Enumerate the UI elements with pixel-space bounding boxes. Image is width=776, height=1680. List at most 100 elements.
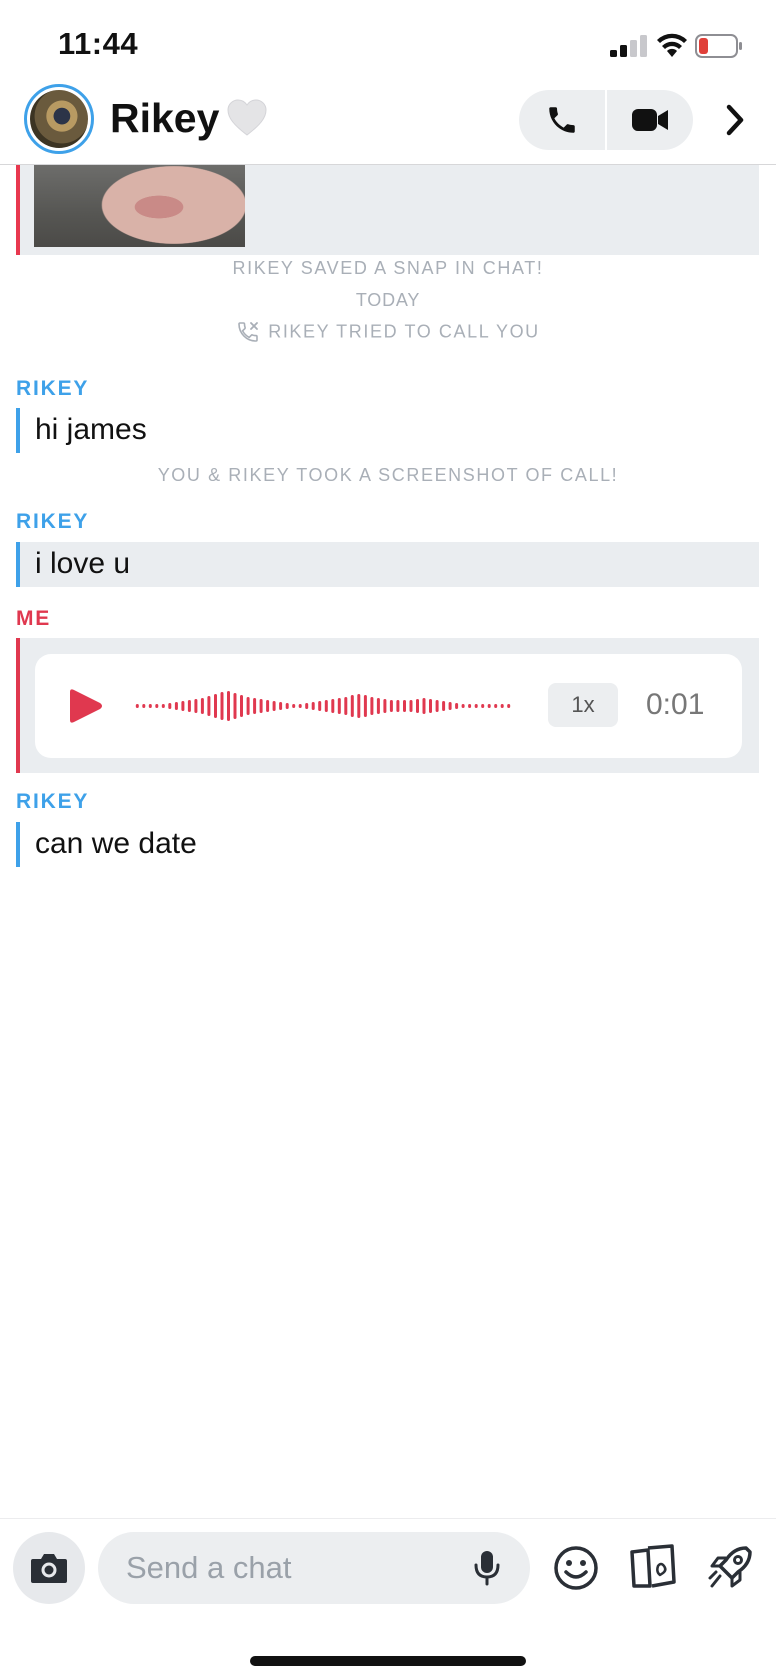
waveform-bar xyxy=(500,704,504,708)
waveform-bar xyxy=(363,695,367,717)
camera-icon xyxy=(31,1554,67,1583)
avatar[interactable] xyxy=(24,84,94,154)
waveform-bar xyxy=(227,691,230,721)
sender-label: ME xyxy=(16,607,52,630)
waveform-bar xyxy=(233,693,237,719)
waveform-bar xyxy=(266,700,270,712)
white-heart-icon xyxy=(227,99,267,136)
chevron-right-icon xyxy=(726,104,744,136)
waveform-bar xyxy=(409,700,413,712)
voice-call-button[interactable] xyxy=(519,90,605,150)
waveform-bar xyxy=(240,695,243,717)
waveform-bar xyxy=(344,697,348,715)
emoji-icon[interactable] xyxy=(552,1544,600,1592)
waveform-bar xyxy=(298,704,302,708)
waveform-bar xyxy=(142,704,146,708)
waveform-bar xyxy=(220,692,224,720)
waveform-bar xyxy=(389,700,393,712)
sender-label: RIKEY xyxy=(16,790,90,813)
waveform-bar xyxy=(161,704,165,708)
date-separator: TODAY xyxy=(355,290,421,310)
missed-call-text: RIKEY TRIED TO CALL YOU xyxy=(268,321,540,342)
video-camera-icon xyxy=(632,109,668,131)
waveform-bar xyxy=(403,700,406,712)
waveform-bar xyxy=(396,700,400,712)
chat-input-container xyxy=(98,1532,530,1604)
waveform-bar xyxy=(311,702,315,710)
battery-low-icon xyxy=(695,34,742,58)
waveform-bar xyxy=(279,702,283,710)
waveform-bar xyxy=(168,703,172,709)
waveform-bar xyxy=(246,697,250,715)
waveform-bar xyxy=(318,701,322,711)
microphone-icon[interactable] xyxy=(472,1550,502,1586)
waveform-bar xyxy=(422,698,426,714)
waveform-bar xyxy=(383,699,387,713)
snap-image[interactable] xyxy=(34,165,245,247)
waveform-bar xyxy=(376,698,380,714)
sender-label: RIKEY xyxy=(16,377,90,400)
message-text[interactable]: can we date xyxy=(35,827,197,861)
waveform-bar xyxy=(155,704,159,708)
chat-input[interactable] xyxy=(126,1532,456,1604)
cellular-signal-icon xyxy=(610,35,647,57)
waveform-bar xyxy=(448,702,452,710)
missed-call-icon xyxy=(238,322,259,342)
camera-button[interactable] xyxy=(13,1532,85,1604)
chevron-right-button[interactable] xyxy=(718,98,752,142)
home-indicator xyxy=(250,1656,526,1666)
message-accent-bar xyxy=(16,542,20,587)
avatar-image xyxy=(30,90,88,148)
system-message-saved: RIKEY SAVED A SNAP IN CHAT! xyxy=(232,258,544,278)
waveform-bar xyxy=(487,704,491,708)
waveform-bar xyxy=(148,704,152,708)
waveform-bar xyxy=(435,700,439,712)
waveform-bar xyxy=(350,695,354,717)
rocket-icon[interactable] xyxy=(706,1542,756,1592)
waveform-bar xyxy=(331,699,335,713)
waveform-bar xyxy=(429,699,432,713)
waveform-bar xyxy=(292,704,296,708)
message-text[interactable]: i love u xyxy=(35,547,130,581)
waveform-bar xyxy=(494,704,498,708)
waveform-bar xyxy=(442,701,446,711)
waveform-bar xyxy=(507,704,511,708)
waveform-bar xyxy=(474,704,478,708)
input-divider xyxy=(0,1518,776,1519)
waveform-bar xyxy=(200,698,204,714)
message-accent-bar xyxy=(16,822,20,867)
play-icon[interactable] xyxy=(64,686,104,726)
voice-waveform[interactable] xyxy=(134,684,512,728)
waveform-bar xyxy=(253,698,257,714)
contact-name[interactable]: Rikey xyxy=(110,95,219,142)
waveform-bar xyxy=(337,698,341,714)
waveform-bar xyxy=(370,697,374,715)
video-call-button[interactable] xyxy=(607,90,693,150)
waveform-bar xyxy=(305,703,309,709)
sender-label: RIKEY xyxy=(16,510,90,533)
playback-speed-button[interactable]: 1x xyxy=(548,683,618,727)
phone-icon xyxy=(549,107,575,133)
waveform-bar xyxy=(285,703,289,709)
waveform-bar xyxy=(174,702,178,710)
call-controls xyxy=(519,90,693,150)
waveform-bar xyxy=(207,696,211,716)
waveform-bar xyxy=(272,701,276,711)
waveform-bar xyxy=(324,700,328,712)
waveform-bar xyxy=(135,704,139,708)
waveform-bar xyxy=(461,704,465,708)
message-text[interactable]: hi james xyxy=(35,413,147,447)
waveform-bar xyxy=(187,700,191,712)
waveform-bar xyxy=(214,694,217,718)
wifi-icon xyxy=(657,33,687,57)
system-message-missed-call: RIKEY TRIED TO CALL YOU xyxy=(0,320,776,344)
waveform-bar xyxy=(455,703,459,709)
waveform-bar xyxy=(357,694,361,718)
waveform-bar xyxy=(468,704,472,708)
waveform-bar xyxy=(416,699,419,713)
cards-icon[interactable] xyxy=(626,1542,680,1592)
system-message-screenshot: YOU & RIKEY TOOK A SCREENSHOT OF CALL! xyxy=(157,465,619,485)
status-time: 11:44 xyxy=(58,26,139,61)
waveform-bar xyxy=(181,701,185,711)
waveform-bar xyxy=(194,699,198,713)
